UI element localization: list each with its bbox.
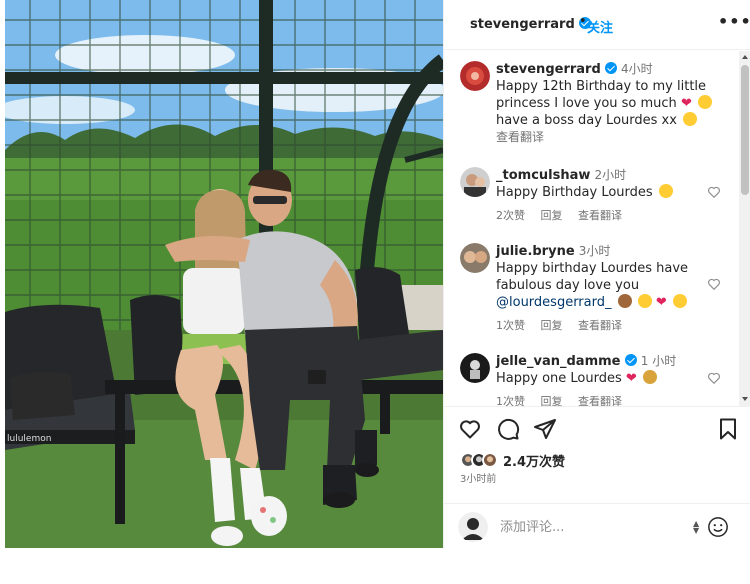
add-comment-input[interactable]: [500, 517, 680, 537]
reply-button[interactable]: 回复: [541, 319, 563, 332]
translate-link[interactable]: 查看翻译: [578, 319, 622, 332]
scroll-down-arrow-icon[interactable]: [742, 397, 748, 401]
author-username[interactable]: stevengerrard: [470, 17, 592, 32]
comment-text: Happy Birthday Lourdes: [496, 185, 653, 200]
comments-list[interactable]: stevengerrard 4小时 Happy 12th Birthday to…: [444, 51, 740, 406]
follow-button[interactable]: 关注: [587, 17, 613, 36]
like-comment-icon[interactable]: [707, 185, 721, 199]
posted-time[interactable]: 3小时前: [460, 470, 496, 485]
more-options-icon[interactable]: •••: [718, 12, 750, 31]
kissing-face-emoji-icon: [683, 112, 698, 126]
likes-count[interactable]: 2.4万次赞: [503, 451, 565, 470]
comment-username[interactable]: jelle_van_damme: [496, 354, 621, 369]
verified-badge-icon: [604, 62, 617, 74]
caption-translate-link[interactable]: 查看翻译: [496, 130, 544, 144]
red-heart-emoji-icon: ❤: [680, 96, 692, 111]
scroll-up-arrow-icon[interactable]: [742, 55, 748, 59]
svg-text:lululemon: lululemon: [7, 434, 51, 444]
smiling-face-emoji-icon: [697, 95, 712, 109]
comment-username[interactable]: _tomculshaw: [496, 168, 590, 183]
scrollbar-thumb[interactable]: [741, 65, 749, 195]
party-face-emoji-icon: [658, 184, 673, 198]
comment-time[interactable]: 3小时: [579, 244, 611, 258]
red-heart-emoji-icon: ❤: [625, 371, 637, 386]
translate-link[interactable]: 查看翻译: [578, 209, 622, 222]
comment-body: julie.bryne 3小时 Happy birthday Lourdes h…: [496, 243, 718, 311]
author-avatar[interactable]: [460, 61, 490, 91]
comment-body: _tomculshaw 2小时 Happy Birthday Lourdes: [496, 167, 718, 201]
caption-text-tail: have a boss day Lourdes xx: [496, 113, 677, 128]
reply-button[interactable]: 回复: [541, 209, 563, 222]
kissing-face-emoji-icon: [672, 294, 687, 308]
cake-emoji-icon: [617, 294, 632, 308]
post-side-panel: stevengerrard • 关注 ••• stevengerrard 4小时…: [443, 0, 750, 548]
comment-time[interactable]: 2小时: [595, 168, 627, 182]
mention-link[interactable]: @lourdesgerrard_: [496, 295, 612, 310]
comment-meta: 1次赞 回复 查看翻译: [496, 317, 634, 333]
comment-text-line2: fabulous day love you: [496, 278, 640, 293]
liker-avatar: [482, 452, 498, 468]
like-comment-icon[interactable]: [707, 277, 721, 291]
input-spinner-icon[interactable]: ▲ ▼: [693, 520, 699, 535]
comment-username[interactable]: julie.bryne: [496, 244, 575, 259]
bookmark-icon[interactable]: [716, 417, 740, 441]
verified-badge-icon: [624, 354, 637, 366]
red-heart-emoji-icon: ❤: [655, 295, 667, 310]
caption-text: Happy 12th Birthday to my little princes…: [496, 79, 707, 111]
post-image: lululemon: [5, 0, 443, 548]
add-comment-bar: ▲▼: [444, 503, 750, 549]
separator-dot: •: [579, 14, 587, 29]
party-popper-emoji-icon: [642, 370, 657, 384]
comment-likes-count[interactable]: 1次赞: [496, 319, 525, 332]
comments-scrollbar[interactable]: [739, 51, 750, 406]
caption-time[interactable]: 4小时: [621, 62, 653, 76]
reply-button[interactable]: 回复: [541, 395, 563, 406]
post-header: stevengerrard • 关注 •••: [444, 0, 750, 50]
comment-likes-count[interactable]: 2次赞: [496, 209, 525, 222]
commenter-avatar[interactable]: [460, 167, 490, 197]
post-actions: 2.4万次赞 3小时前 ▲▼: [444, 406, 750, 548]
caption-username[interactable]: stevengerrard: [496, 62, 601, 77]
translate-link[interactable]: 查看翻译: [578, 395, 622, 406]
author-username-text[interactable]: stevengerrard: [470, 17, 575, 32]
comment-icon[interactable]: [496, 417, 520, 441]
comment-meta: 2次赞 回复 查看翻译: [496, 207, 634, 223]
comment-meta: 1次赞 回复 查看翻译: [496, 393, 634, 406]
commenter-avatar[interactable]: [460, 353, 490, 383]
commenter-avatar[interactable]: [460, 243, 490, 273]
heart-icon[interactable]: [458, 417, 482, 441]
comment-text: Happy one Lourdes: [496, 371, 622, 386]
comment-text-line1: Happy birthday Lourdes have: [496, 261, 689, 276]
comment-likes-count[interactable]: 1次赞: [496, 395, 525, 406]
current-user-avatar: [458, 512, 488, 542]
likes-summary[interactable]: 2.4万次赞: [460, 450, 565, 470]
share-icon[interactable]: [533, 417, 557, 441]
like-comment-icon[interactable]: [707, 371, 721, 385]
emoji-picker-icon[interactable]: [707, 516, 729, 538]
comment-time[interactable]: 1 小时: [641, 354, 676, 368]
comment-body: jelle_van_damme 1 小时 Happy one Lourdes ❤: [496, 353, 718, 387]
heart-eyes-emoji-icon: [637, 294, 652, 308]
caption-body: stevengerrard 4小时 Happy 12th Birthday to…: [496, 61, 718, 146]
post-photo[interactable]: lululemon: [5, 0, 443, 548]
